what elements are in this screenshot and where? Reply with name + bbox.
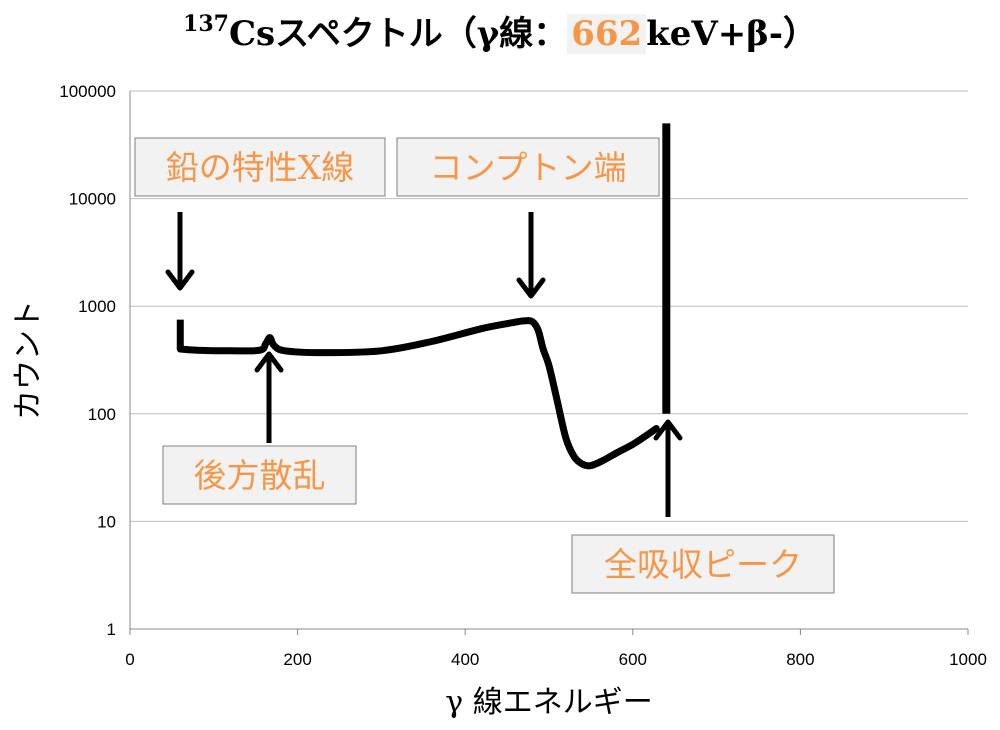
y-tick-label-1: 1 (107, 620, 116, 639)
y-tick-label-100000: 100000 (59, 82, 116, 101)
x-tick-label-600: 600 (619, 650, 647, 669)
spectrum-chart: 0 200 400 600 800 1000 110100100010000100000 … (11, 82, 987, 720)
x-axis-title: γ 線エネルギー (445, 685, 652, 720)
y-axis-title: カウント (11, 300, 46, 420)
annotation-label: 鉛の特性X線 (166, 148, 355, 187)
y-tick-labels: 1 10 100 1000 10000 100000 (59, 82, 116, 639)
x-tick-label-800: 800 (786, 650, 814, 669)
x-tick-label-400: 400 (451, 650, 479, 669)
y-tick-label-1000: 1000 (78, 297, 116, 316)
y-tick-label-10: 10 (97, 512, 116, 531)
x-tick-labels: 0 200 400 600 800 1000 (125, 629, 987, 669)
y-tick-label-100: 100 (88, 405, 116, 424)
annotation-4: 全吸収ピーク (571, 419, 835, 594)
x-tick-label-1000: 1000 (949, 650, 987, 669)
y-tick-label-10000: 10000 (69, 190, 116, 209)
annotation-label: 全吸収ピーク (604, 545, 802, 584)
spectrum-line (176, 317, 660, 470)
x-tick-label-0: 0 (125, 650, 134, 669)
annotations: 鉛の特性X線 コンプトン端後方散乱全吸収ピーク (134, 137, 835, 594)
annotation-label: 後方散乱 (194, 456, 326, 495)
annotation-1: 鉛の特性X線 (134, 137, 386, 291)
annotation-3: 後方散乱 (162, 351, 357, 505)
x-tick-label-200: 200 (283, 650, 311, 669)
annotation-2: コンプトン端 (396, 137, 660, 299)
annotation-label: コンプトン端 (429, 148, 626, 187)
